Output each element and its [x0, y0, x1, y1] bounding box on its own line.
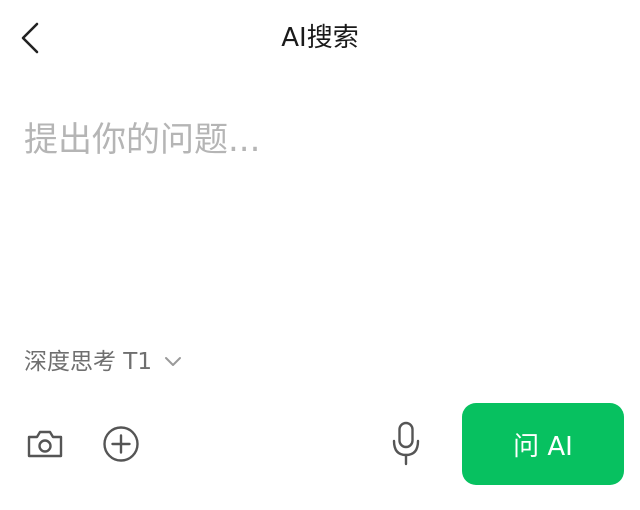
model-selector[interactable]: 深度思考 T1 — [24, 342, 182, 382]
microphone-icon — [392, 421, 420, 466]
model-selector-label: 深度思考 T1 — [24, 349, 152, 375]
header: AI搜索 — [0, 0, 640, 76]
voice-input-button[interactable] — [384, 418, 428, 470]
question-input[interactable] — [24, 112, 616, 312]
chevron-down-icon — [164, 356, 182, 368]
camera-icon — [27, 430, 63, 458]
page-title: AI搜索 — [281, 23, 359, 53]
plus-circle-icon — [103, 426, 139, 462]
add-button[interactable] — [98, 420, 144, 468]
ask-ai-button[interactable]: 问 AI — [462, 403, 624, 485]
camera-button[interactable] — [24, 420, 66, 468]
ai-search-screen: AI搜索 深度思考 T1 问 AI — [0, 0, 640, 510]
